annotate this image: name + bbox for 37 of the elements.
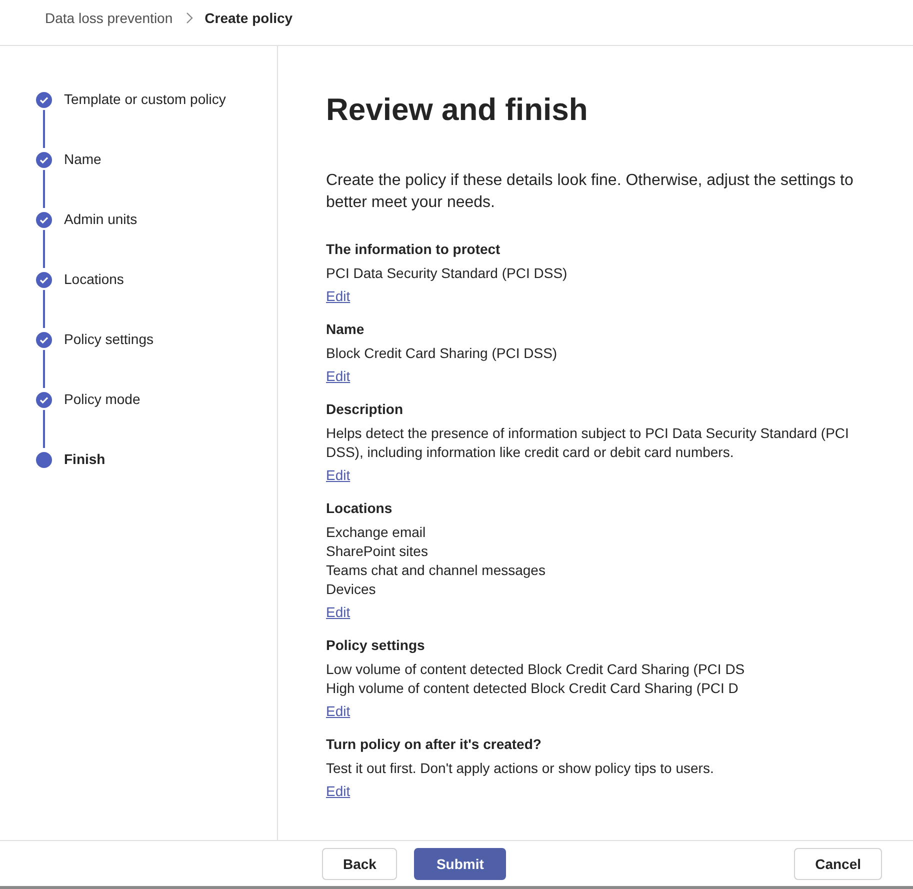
edit-link[interactable]: Edit — [326, 466, 350, 485]
step-label: Policy settings — [64, 330, 154, 349]
page-title: Review and finish — [326, 91, 589, 129]
section-heading: Policy settings — [326, 636, 426, 655]
section-value: Exchange email — [326, 523, 427, 542]
breadcrumb-item: Create policy — [204, 10, 293, 26]
step-label: Locations — [64, 270, 124, 289]
breadcrumb-item[interactable]: Data loss prevention — [45, 10, 173, 26]
section-value: Block Credit Card Sharing (PCI DSS) — [326, 344, 558, 363]
edit-link[interactable]: Edit — [326, 702, 350, 721]
step-label: Finish — [64, 450, 106, 468]
step-label: Template or custom policy — [64, 90, 226, 109]
section-value: Teams chat and channel messages — [326, 561, 546, 580]
section-heading: Locations — [326, 499, 394, 518]
section-heading: The information to protect — [326, 240, 502, 259]
section-value: Helps detect the presence of information subject to PCI Data Security Standard (PCI DSS), including information like credit card or debit card numbers. — [326, 424, 850, 462]
intro-text: Create the policy if these details look fine. Otherwise, adjust the settings to better meet your needs. — [326, 171, 854, 213]
section-value: SharePoint sites — [326, 542, 429, 561]
section-value: High volume of content detected Block Credit Card Sharing (PCI D — [326, 679, 740, 698]
edit-link[interactable]: Edit — [326, 603, 350, 622]
submit-button[interactable]: Submit — [414, 848, 506, 880]
section-heading: Name — [326, 320, 366, 339]
back-button[interactable]: Back — [322, 848, 398, 880]
step-label: Policy mode — [64, 390, 140, 409]
section-value: Devices — [326, 580, 377, 599]
step-label: Name — [64, 150, 102, 169]
section-heading: Turn policy on after it's created? — [326, 735, 542, 754]
section-value: Low volume of content detected Block Credit Card Sharing (PCI DS — [326, 660, 746, 679]
edit-link[interactable]: Edit — [326, 287, 350, 306]
edit-link[interactable]: Edit — [326, 782, 350, 801]
section-heading: Description — [326, 400, 404, 419]
chevron-icon — [184, 12, 193, 24]
section-value: Test it out first. Don't apply actions or show policy tips to users. — [326, 759, 715, 778]
step-label: Admin units — [64, 210, 138, 229]
edit-link[interactable]: Edit — [326, 367, 350, 386]
section-value: PCI Data Security Standard (PCI DSS) — [326, 264, 568, 283]
cancel-button[interactable]: Cancel — [794, 848, 882, 880]
